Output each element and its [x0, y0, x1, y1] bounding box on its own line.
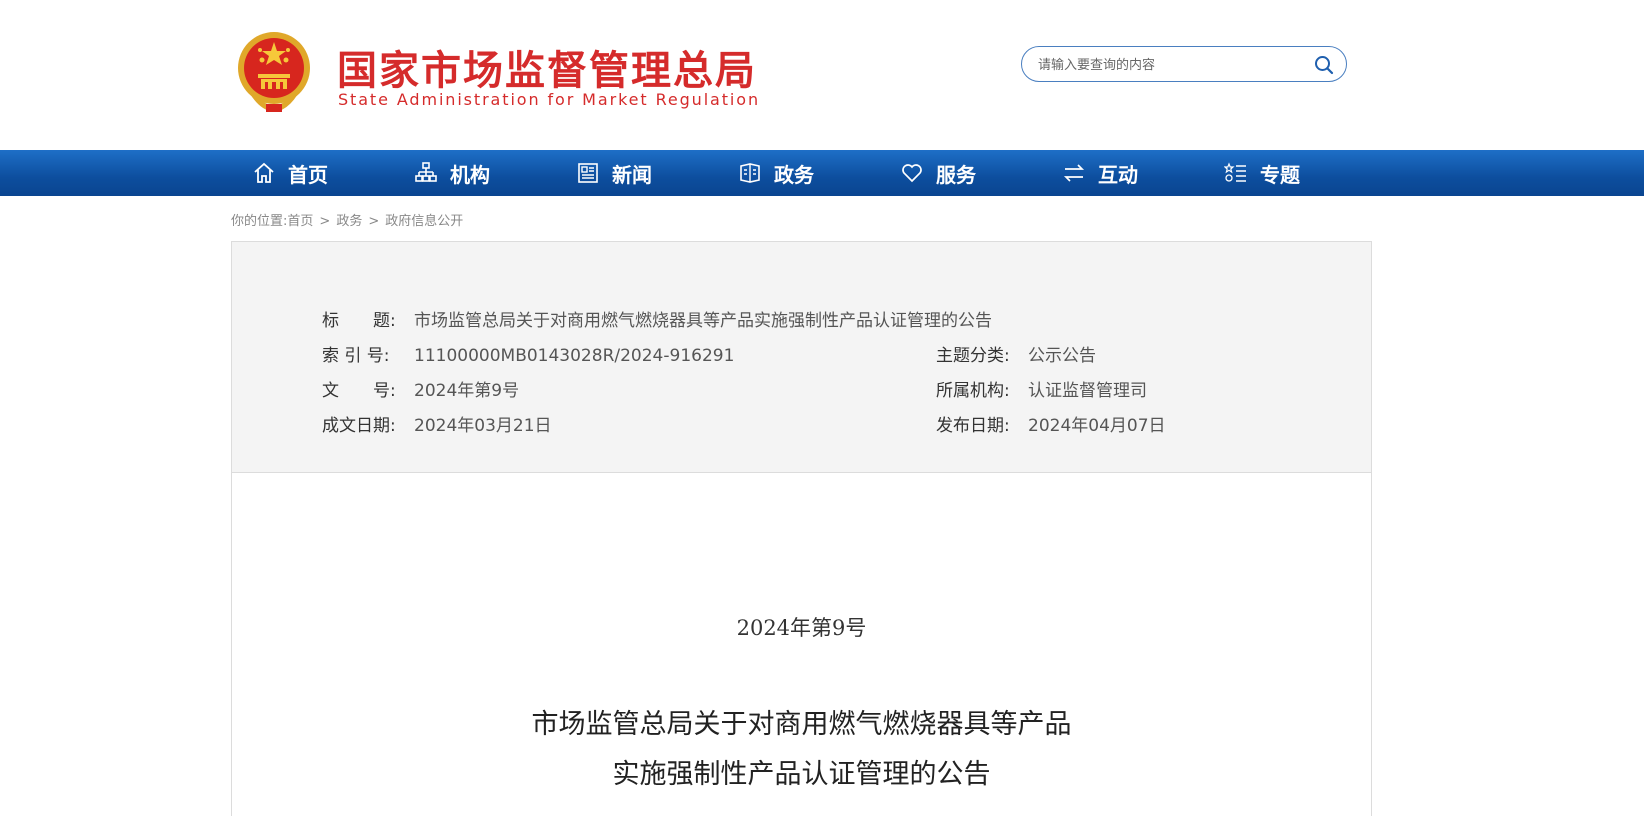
- info-row-index: 索 引 号: 11100000MB0143028R/2024-916291: [322, 345, 734, 367]
- article-doc-number: 2024年第9号: [736, 616, 867, 640]
- nav-item-label: 机构: [450, 162, 490, 187]
- nav-item-label: 专题: [1260, 162, 1300, 187]
- search-icon[interactable]: [1314, 55, 1334, 75]
- article-title: 市场监管总局关于对商用燃气燃烧器具等产品 实施强制性产品认证管理的公告: [232, 700, 1371, 800]
- breadcrumb: 你的位置:首页 > 政务 > 政府信息公开: [231, 210, 463, 229]
- nav-item-organization[interactable]: 机构: [414, 150, 490, 196]
- national-emblem-icon[interactable]: [236, 30, 312, 114]
- created-date-value: 2024年03月21日: [414, 416, 552, 436]
- article-body: 2024年第9号 市场监管总局关于对商用燃气燃烧器具等产品 实施强制性产品认证管…: [231, 472, 1372, 816]
- document-info-panel: 标 题: 市场监管总局关于对商用燃气燃烧器具等产品实施强制性产品认证管理的公告 索…: [231, 241, 1372, 473]
- nav-item-interaction[interactable]: 互动: [1062, 150, 1138, 196]
- breadcrumb-separator: >: [319, 214, 331, 229]
- topic-list-icon: [1224, 162, 1246, 182]
- nav-item-label: 服务: [936, 162, 976, 187]
- organization-value: 认证监督管理司: [1028, 381, 1147, 401]
- breadcrumb-separator: >: [368, 214, 380, 229]
- nav-item-label: 首页: [288, 162, 328, 187]
- search-box: [1021, 46, 1347, 82]
- nav-item-government[interactable]: 政务: [738, 150, 814, 196]
- index-value: 11100000MB0143028R/2024-916291: [414, 346, 735, 366]
- breadcrumb-home-link[interactable]: 首页: [287, 214, 313, 229]
- home-icon: [254, 162, 274, 183]
- topic-value: 公示公告: [1028, 346, 1096, 366]
- organization-label: 所属机构:: [936, 381, 1010, 401]
- published-date-value: 2024年04月07日: [1028, 416, 1166, 436]
- index-label: 索 引 号:: [322, 346, 390, 366]
- breadcrumb-government-link[interactable]: 政务: [336, 214, 362, 229]
- breadcrumb-prefix: 你的位置:: [231, 214, 288, 229]
- nav-item-topics[interactable]: 专题: [1224, 150, 1300, 196]
- title-label: 标 题:: [322, 311, 396, 331]
- breadcrumb-info-public-link[interactable]: 政府信息公开: [385, 214, 463, 229]
- title-value: 市场监管总局关于对商用燃气燃烧器具等产品实施强制性产品认证管理的公告: [414, 311, 992, 331]
- main-nav: 首页 机构 新闻 政务 服务 互动 专题: [0, 150, 1644, 196]
- site-title[interactable]: 国家市场监督管理总局: [337, 38, 757, 96]
- nav-item-service[interactable]: 服务: [900, 150, 976, 196]
- exchange-icon: [1063, 164, 1085, 182]
- newspaper-icon: [578, 163, 598, 183]
- published-date-label: 发布日期:: [936, 416, 1010, 436]
- nav-item-home[interactable]: 首页: [252, 150, 328, 196]
- doc-number-value: 2024年第9号: [414, 381, 520, 401]
- search-input[interactable]: [1036, 53, 1310, 77]
- info-row-doc-number: 文 号: 2024年第9号: [322, 380, 519, 402]
- nav-item-label: 政务: [774, 162, 814, 187]
- topic-label: 主题分类:: [936, 346, 1010, 366]
- policy-icon: [740, 163, 760, 183]
- article-title-line-2: 实施强制性产品认证管理的公告: [612, 759, 991, 790]
- info-row-topic: 主题分类: 公示公告: [936, 345, 1096, 367]
- nav-item-label: 互动: [1098, 162, 1138, 187]
- created-date-label: 成文日期:: [322, 416, 396, 436]
- info-row-title: 标 题: 市场监管总局关于对商用燃气燃烧器具等产品实施强制性产品认证管理的公告: [322, 310, 992, 332]
- info-row-created-date: 成文日期: 2024年03月21日: [322, 415, 552, 437]
- nav-item-news[interactable]: 新闻: [576, 150, 652, 196]
- article-title-line-1: 市场监管总局关于对商用燃气燃烧器具等产品: [531, 709, 1072, 740]
- doc-number-label: 文 号:: [322, 381, 396, 401]
- nav-item-label: 新闻: [612, 162, 652, 187]
- site-header: 国家市场监督管理总局 State Administration for Mark…: [0, 0, 1644, 150]
- info-row-organization: 所属机构: 认证监督管理司: [936, 380, 1147, 402]
- site-subtitle[interactable]: State Administration for Market Regulati…: [338, 90, 760, 109]
- org-chart-icon: [415, 162, 437, 182]
- heart-icon: [902, 164, 922, 183]
- info-row-published-date: 发布日期: 2024年04月07日: [936, 415, 1166, 437]
